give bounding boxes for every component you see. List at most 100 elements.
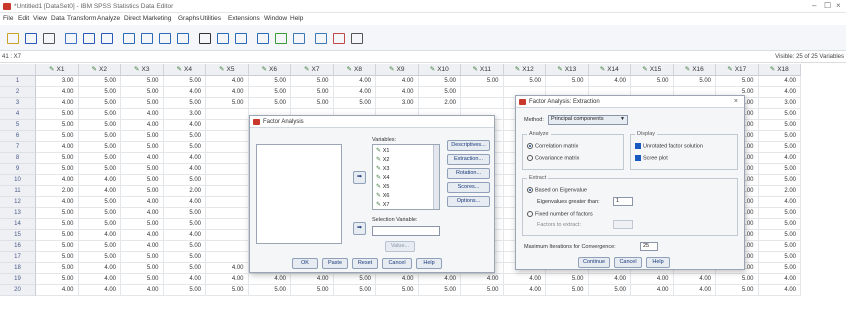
value-button[interactable]: Value... bbox=[385, 241, 415, 252]
goto-case-icon[interactable] bbox=[120, 30, 136, 45]
row-number[interactable]: 12 bbox=[0, 197, 36, 208]
row-number[interactable]: 6 bbox=[0, 131, 36, 142]
table-cell[interactable]: 5.00 bbox=[78, 142, 121, 153]
table-cell[interactable]: 5.00 bbox=[333, 285, 376, 296]
table-cell[interactable]: 5.00 bbox=[78, 76, 121, 87]
table-cell[interactable] bbox=[206, 120, 249, 131]
table-cell[interactable] bbox=[206, 252, 249, 263]
column-header[interactable]: ✎ X3 bbox=[121, 64, 164, 76]
table-cell[interactable]: 5.00 bbox=[78, 208, 121, 219]
menu-extensions[interactable]: Extensions bbox=[228, 15, 260, 22]
table-cell[interactable]: 4.00 bbox=[248, 274, 291, 285]
spelling-icon[interactable] bbox=[348, 30, 364, 45]
table-cell[interactable]: 4.00 bbox=[121, 285, 164, 296]
insert-cases-icon[interactable] bbox=[214, 30, 230, 45]
variable-list-item[interactable]: ✎ X1 bbox=[376, 147, 389, 154]
table-cell[interactable]: 4.00 bbox=[78, 230, 121, 241]
table-cell[interactable]: 4.00 bbox=[588, 76, 631, 87]
row-number[interactable]: 18 bbox=[0, 263, 36, 274]
table-cell[interactable]: 5.00 bbox=[121, 186, 164, 197]
table-cell[interactable]: 5.00 bbox=[78, 98, 121, 109]
table-cell[interactable]: 5.00 bbox=[333, 98, 376, 109]
column-header[interactable]: ✎ X17 bbox=[716, 64, 759, 76]
table-cell[interactable]: 5.00 bbox=[248, 76, 291, 87]
move-to-variables-button[interactable]: ➡ bbox=[353, 171, 366, 184]
based-on-eigenvalue-radio[interactable]: Based on Eigenvalue bbox=[527, 187, 587, 193]
source-variable-list[interactable] bbox=[256, 144, 342, 244]
table-cell[interactable]: 5.00 bbox=[163, 175, 206, 186]
variables-scrollbar[interactable] bbox=[433, 145, 439, 209]
menu-direct-marketing[interactable]: Direct Marketing bbox=[124, 15, 171, 22]
table-cell[interactable]: 4.00 bbox=[758, 274, 801, 285]
table-cell[interactable]: 4.00 bbox=[121, 120, 164, 131]
table-cell[interactable]: 4.00 bbox=[163, 87, 206, 98]
scree-plot-checkbox[interactable]: Scree plot bbox=[635, 155, 668, 161]
cancel-button[interactable]: Cancel bbox=[382, 258, 412, 269]
column-header[interactable]: ✎ X13 bbox=[546, 64, 589, 76]
menu-view[interactable]: View bbox=[33, 15, 47, 22]
table-cell[interactable]: 5.00 bbox=[36, 208, 79, 219]
table-cell[interactable]: 5.00 bbox=[36, 241, 79, 252]
descriptives-button[interactable]: Descriptives... bbox=[447, 140, 490, 151]
table-cell[interactable]: 4.00 bbox=[291, 274, 334, 285]
table-cell[interactable]: 5.00 bbox=[291, 76, 334, 87]
column-header[interactable]: ✎ X5 bbox=[206, 64, 249, 76]
move-to-selection-button[interactable]: ➡ bbox=[353, 222, 366, 235]
table-cell[interactable] bbox=[461, 98, 504, 109]
row-number[interactable]: 14 bbox=[0, 219, 36, 230]
table-cell[interactable]: 5.00 bbox=[758, 120, 801, 131]
table-cell[interactable]: 4.00 bbox=[121, 241, 164, 252]
table-cell[interactable]: 5.00 bbox=[78, 120, 121, 131]
factors-to-extract-field[interactable] bbox=[613, 220, 633, 229]
table-cell[interactable]: 5.00 bbox=[78, 241, 121, 252]
table-cell[interactable]: 5.00 bbox=[78, 109, 121, 120]
selection-variable-field[interactable] bbox=[372, 226, 440, 236]
table-cell[interactable]: 5.00 bbox=[291, 98, 334, 109]
use-sets-icon[interactable] bbox=[330, 30, 346, 45]
table-cell[interactable] bbox=[206, 153, 249, 164]
rotation-button[interactable]: Rotation... bbox=[447, 168, 490, 179]
table-cell[interactable]: 4.00 bbox=[36, 98, 79, 109]
table-cell[interactable]: 5.00 bbox=[36, 252, 79, 263]
options-button[interactable]: Options... bbox=[447, 196, 490, 207]
table-cell[interactable]: 4.00 bbox=[758, 285, 801, 296]
dialog-recall-icon[interactable] bbox=[62, 30, 78, 45]
table-cell[interactable]: 4.00 bbox=[36, 175, 79, 186]
row-number[interactable]: 10 bbox=[0, 175, 36, 186]
table-cell[interactable]: 5.00 bbox=[758, 175, 801, 186]
table-cell[interactable]: 5.00 bbox=[758, 263, 801, 274]
extraction-button[interactable]: Extraction... bbox=[447, 154, 490, 165]
table-cell[interactable]: 5.00 bbox=[333, 274, 376, 285]
table-cell[interactable]: 4.00 bbox=[163, 153, 206, 164]
table-cell[interactable]: 3.00 bbox=[163, 109, 206, 120]
table-cell[interactable]: 4.00 bbox=[78, 285, 121, 296]
table-cell[interactable]: 4.00 bbox=[121, 197, 164, 208]
table-cell[interactable]: 5.00 bbox=[78, 153, 121, 164]
table-cell[interactable]: 4.00 bbox=[121, 109, 164, 120]
menu-edit[interactable]: Edit bbox=[18, 15, 29, 22]
table-cell[interactable]: 4.00 bbox=[163, 197, 206, 208]
variable-list-item[interactable]: ✎ X6 bbox=[376, 192, 389, 199]
table-cell[interactable]: 5.00 bbox=[716, 76, 759, 87]
table-cell[interactable]: 2.00 bbox=[163, 186, 206, 197]
table-cell[interactable]: 5.00 bbox=[36, 164, 79, 175]
correlation-matrix-radio[interactable]: Correlation matrix bbox=[527, 143, 578, 149]
table-cell[interactable]: 5.00 bbox=[163, 98, 206, 109]
table-cell[interactable]: 5.00 bbox=[758, 208, 801, 219]
table-cell[interactable] bbox=[206, 131, 249, 142]
column-header[interactable]: ✎ X14 bbox=[588, 64, 631, 76]
table-cell[interactable] bbox=[206, 142, 249, 153]
table-cell[interactable]: 5.00 bbox=[758, 241, 801, 252]
table-cell[interactable]: 4.00 bbox=[206, 263, 249, 274]
table-cell[interactable]: 5.00 bbox=[163, 76, 206, 87]
table-cell[interactable]: 5.00 bbox=[758, 230, 801, 241]
table-cell[interactable]: 5.00 bbox=[121, 87, 164, 98]
table-cell[interactable]: 5.00 bbox=[418, 76, 461, 87]
table-cell[interactable]: 4.00 bbox=[36, 87, 79, 98]
open-folder-icon[interactable] bbox=[4, 30, 20, 45]
table-cell[interactable]: 4.00 bbox=[631, 274, 674, 285]
covariance-matrix-radio[interactable]: Covariance matrix bbox=[527, 155, 579, 161]
table-cell[interactable]: 5.00 bbox=[121, 131, 164, 142]
table-cell[interactable]: 5.00 bbox=[758, 142, 801, 153]
table-cell[interactable]: 3.00 bbox=[376, 98, 419, 109]
